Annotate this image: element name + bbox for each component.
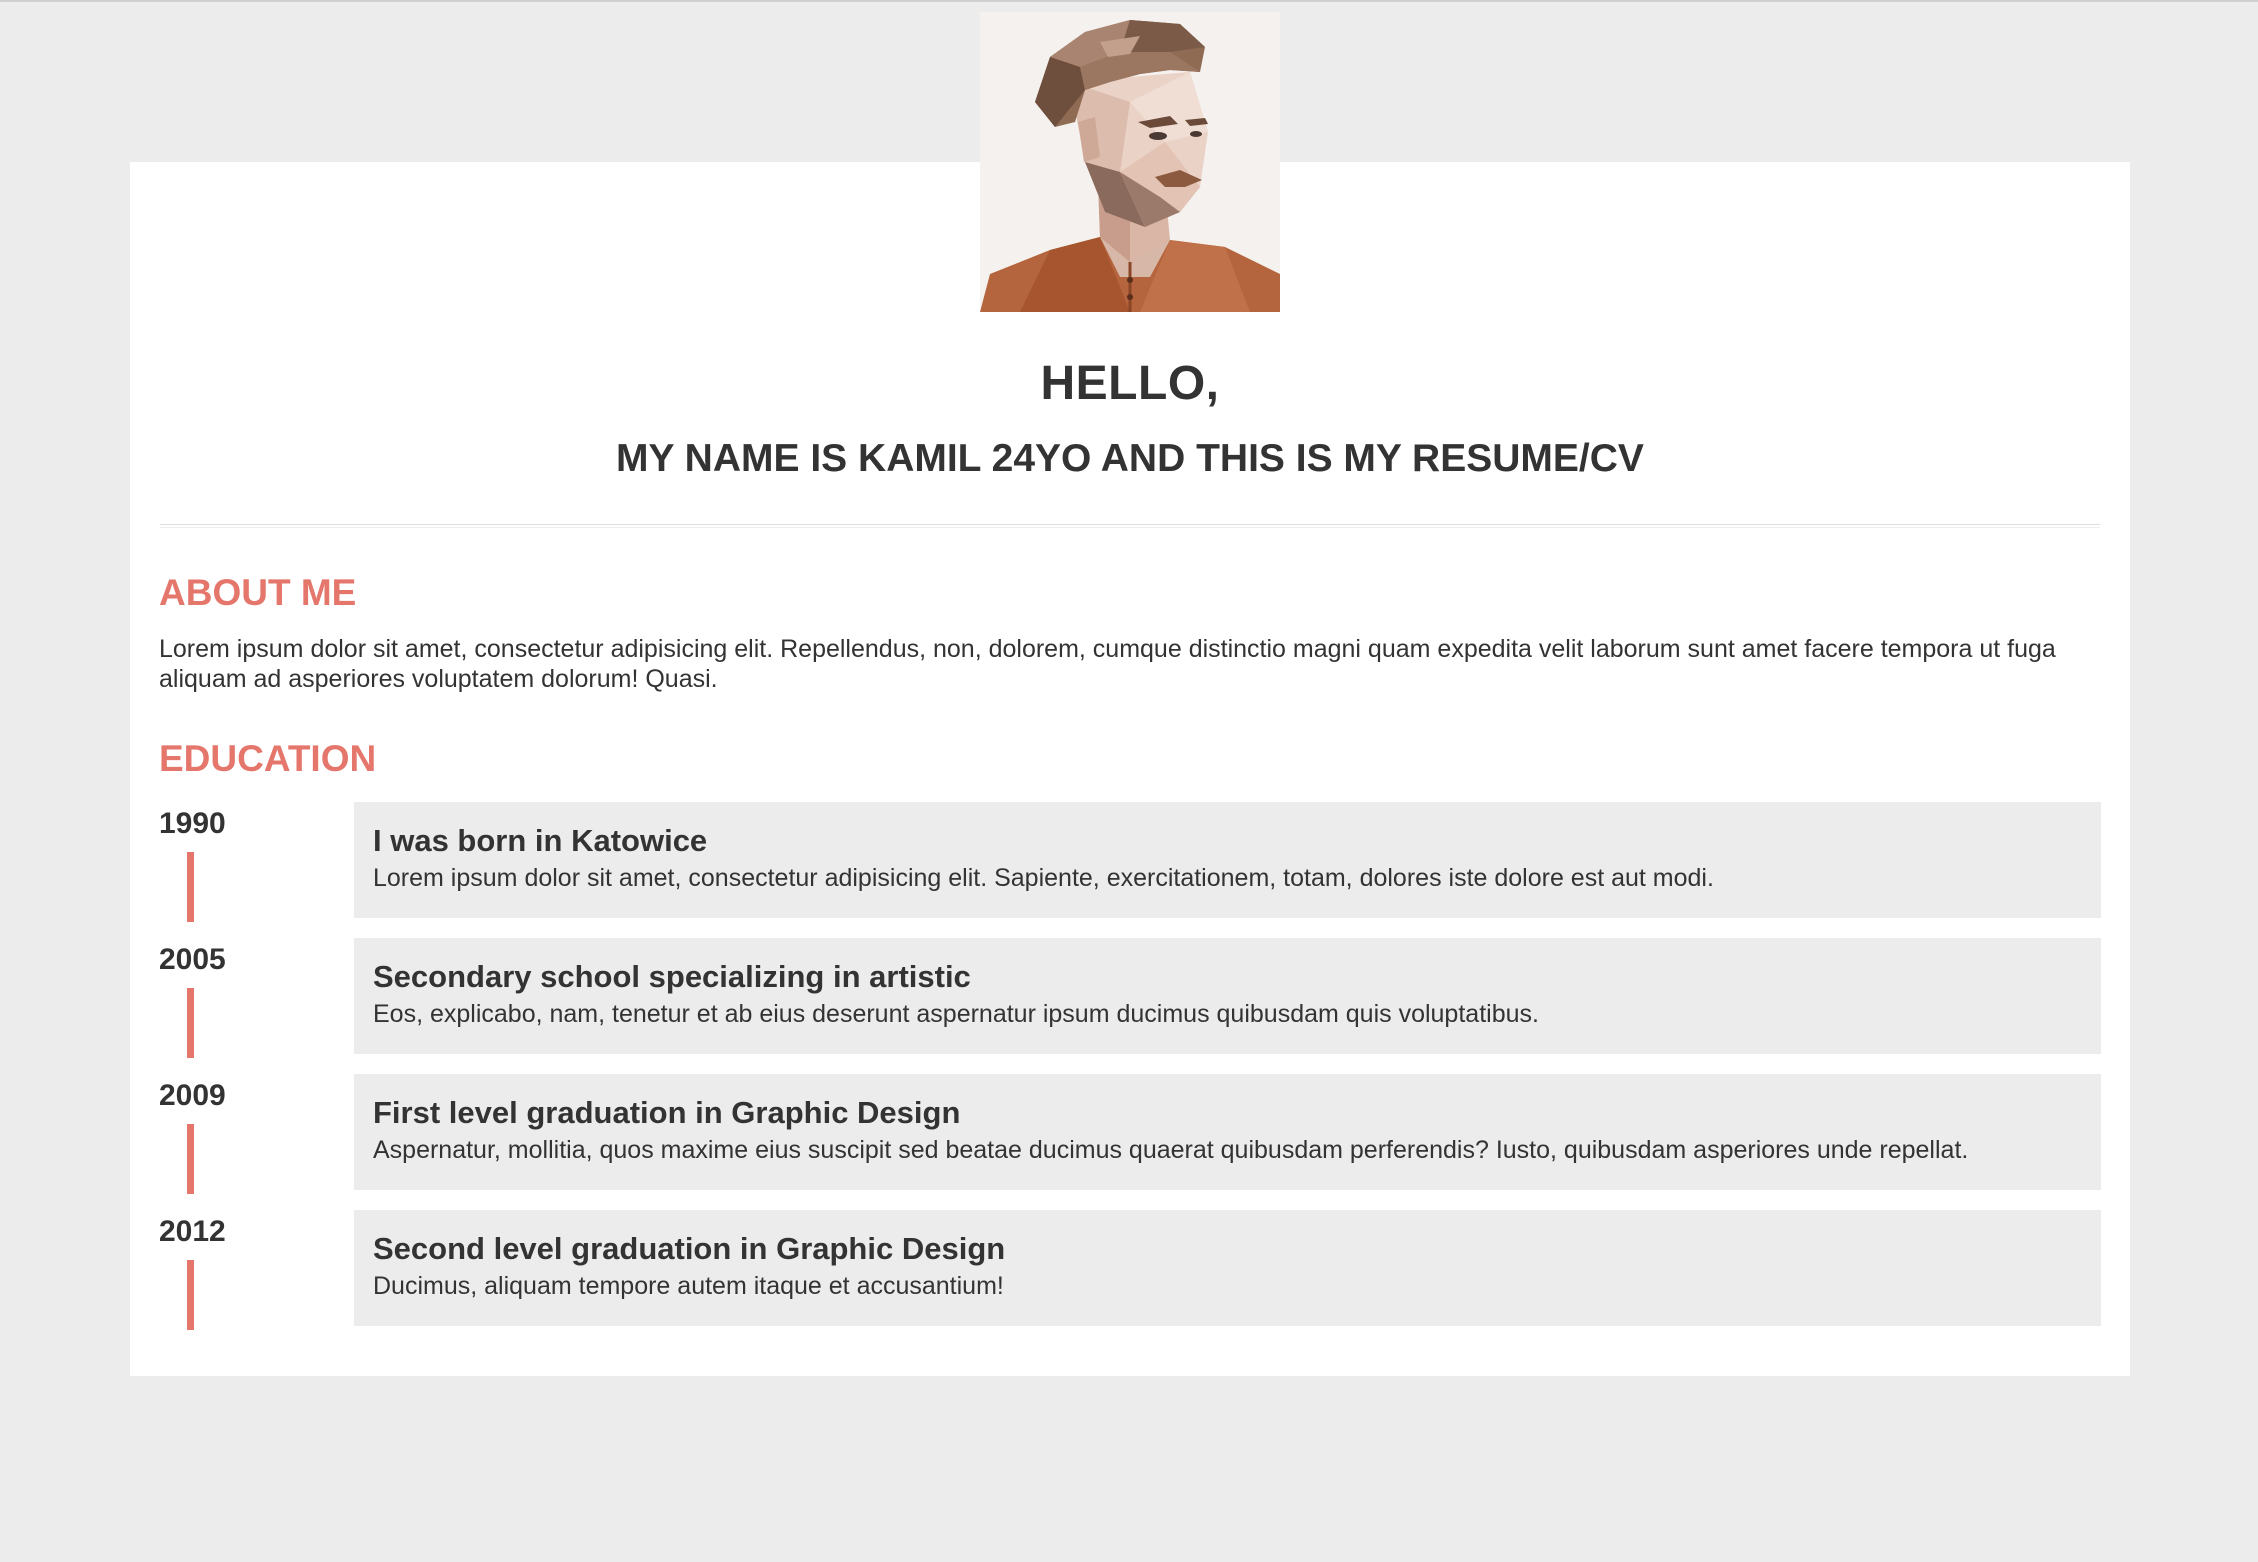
- timeline-entry-description: Eos, explicabo, nam, tenetur et ab eius …: [373, 1000, 1539, 1028]
- timeline-entry-title: First level graduation in Graphic Design: [373, 1095, 961, 1130]
- greeting-heading: HELLO,: [1040, 357, 1220, 410]
- header-divider: [160, 524, 2100, 528]
- profile-portrait-image: [980, 12, 1280, 312]
- timeline-entry-box: First level graduation in Graphic Design…: [354, 1074, 2101, 1190]
- timeline-entry-title: Secondary school specializing in artisti…: [373, 959, 971, 994]
- timeline-item: 2005 Secondary school specializing in ar…: [159, 938, 2101, 1058]
- timeline-year: 2005: [159, 943, 226, 976]
- timeline-year: 2012: [159, 1215, 226, 1248]
- timeline-entry-box: Secondary school specializing in artisti…: [354, 938, 2101, 1054]
- timeline-year: 2009: [159, 1079, 226, 1112]
- timeline-entry-title: Second level graduation in Graphic Desig…: [373, 1231, 1006, 1266]
- timeline-connector: [187, 1124, 194, 1194]
- page-subtitle: MY NAME IS KAMIL 24YO AND THIS IS MY RES…: [616, 437, 1644, 480]
- timeline-item: 2009 First level graduation in Graphic D…: [159, 1074, 2101, 1194]
- timeline-entry-box: I was born in Katowice Lorem ipsum dolor…: [354, 802, 2101, 918]
- avatar: [980, 12, 1280, 312]
- timeline-entry-description: Ducimus, aliquam tempore autem itaque et…: [373, 1272, 1004, 1300]
- about-text: Lorem ipsum dolor sit amet, consectetur …: [159, 635, 2056, 693]
- timeline-entry-description: Aspernatur, mollitia, quos maxime eius s…: [373, 1136, 1969, 1164]
- timeline-entry-title: I was born in Katowice: [373, 823, 708, 858]
- timeline-connector: [187, 1260, 194, 1330]
- timeline-entry-description: Lorem ipsum dolor sit amet, consectetur …: [373, 864, 1714, 892]
- timeline-connector: [187, 988, 194, 1058]
- about-heading: ABOUT ME: [159, 572, 357, 613]
- resume-card: [130, 162, 2130, 1376]
- timeline-entry-box: Second level graduation in Graphic Desig…: [354, 1210, 2101, 1326]
- timeline-item: 2012 Second level graduation in Graphic …: [159, 1210, 2101, 1330]
- timeline-item: 1990 I was born in Katowice Lorem ipsum …: [159, 802, 2101, 922]
- education-heading: EDUCATION: [159, 738, 377, 779]
- timeline-year: 1990: [159, 807, 226, 840]
- timeline-connector: [187, 852, 194, 922]
- window-top-edge: [0, 0, 2258, 2]
